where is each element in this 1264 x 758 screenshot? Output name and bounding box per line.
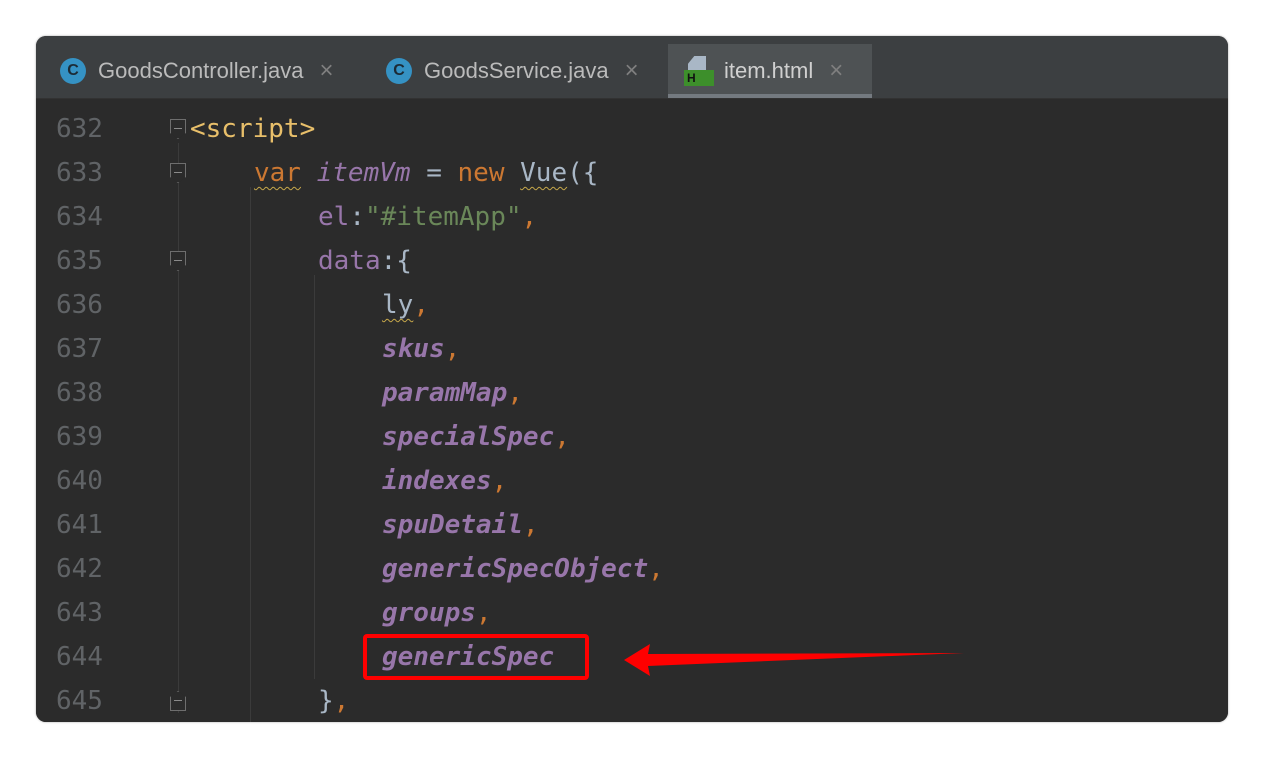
annotation-arrow-icon <box>624 644 964 676</box>
ide-window: C GoodsController.java × C GoodsService.… <box>36 36 1228 722</box>
